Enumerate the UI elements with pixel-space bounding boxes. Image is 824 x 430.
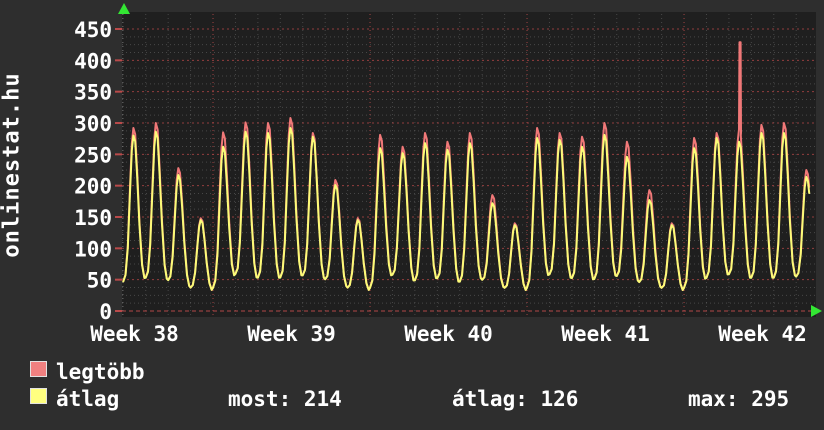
y-axis-arrow-icon — [118, 3, 130, 14]
time-series-chart: 0 50 100 150 200 250 300 350 400 450 Week 38 Week 3… — [0, 0, 824, 352]
legend-swatch-legtobb — [30, 361, 47, 377]
y-axis-tick-label: 350 — [74, 81, 112, 105]
y-axis-tick-label: 200 — [74, 175, 112, 199]
y-axis-tick-label: 100 — [74, 237, 112, 261]
y-axis-tick-label: 300 — [74, 112, 112, 136]
x-axis-tick-label: Week 38 — [90, 322, 179, 346]
stat-atlag: átlag: 126 — [452, 387, 578, 411]
x-axis-tick-label: Week 39 — [247, 322, 336, 346]
y-axis-tick-label: 150 — [74, 206, 112, 230]
x-axis-tick-label: Week 40 — [404, 322, 493, 346]
legend-label-atlag: átlag — [56, 387, 119, 411]
y-axis-tick-label: 50 — [87, 269, 112, 293]
legend-label-legtobb: legtöbb — [56, 360, 145, 384]
x-axis-tick-label: Week 41 — [561, 322, 650, 346]
y-axis-tick-label: 450 — [74, 18, 112, 42]
y-axis-tick-label: 250 — [74, 143, 112, 167]
x-axis-arrow-icon — [811, 305, 822, 317]
stat-most: most: 214 — [228, 387, 342, 411]
y-axis-tick-label: 400 — [74, 49, 112, 73]
y-axis-tick-label: 0 — [99, 300, 112, 324]
stat-max: max: 295 — [688, 387, 789, 411]
x-axis-tick-label: Week 42 — [718, 322, 807, 346]
legend-swatch-atlag — [30, 388, 47, 404]
rrd-graph: onlinestat.hu 05010015020025030035040045… — [0, 0, 824, 430]
